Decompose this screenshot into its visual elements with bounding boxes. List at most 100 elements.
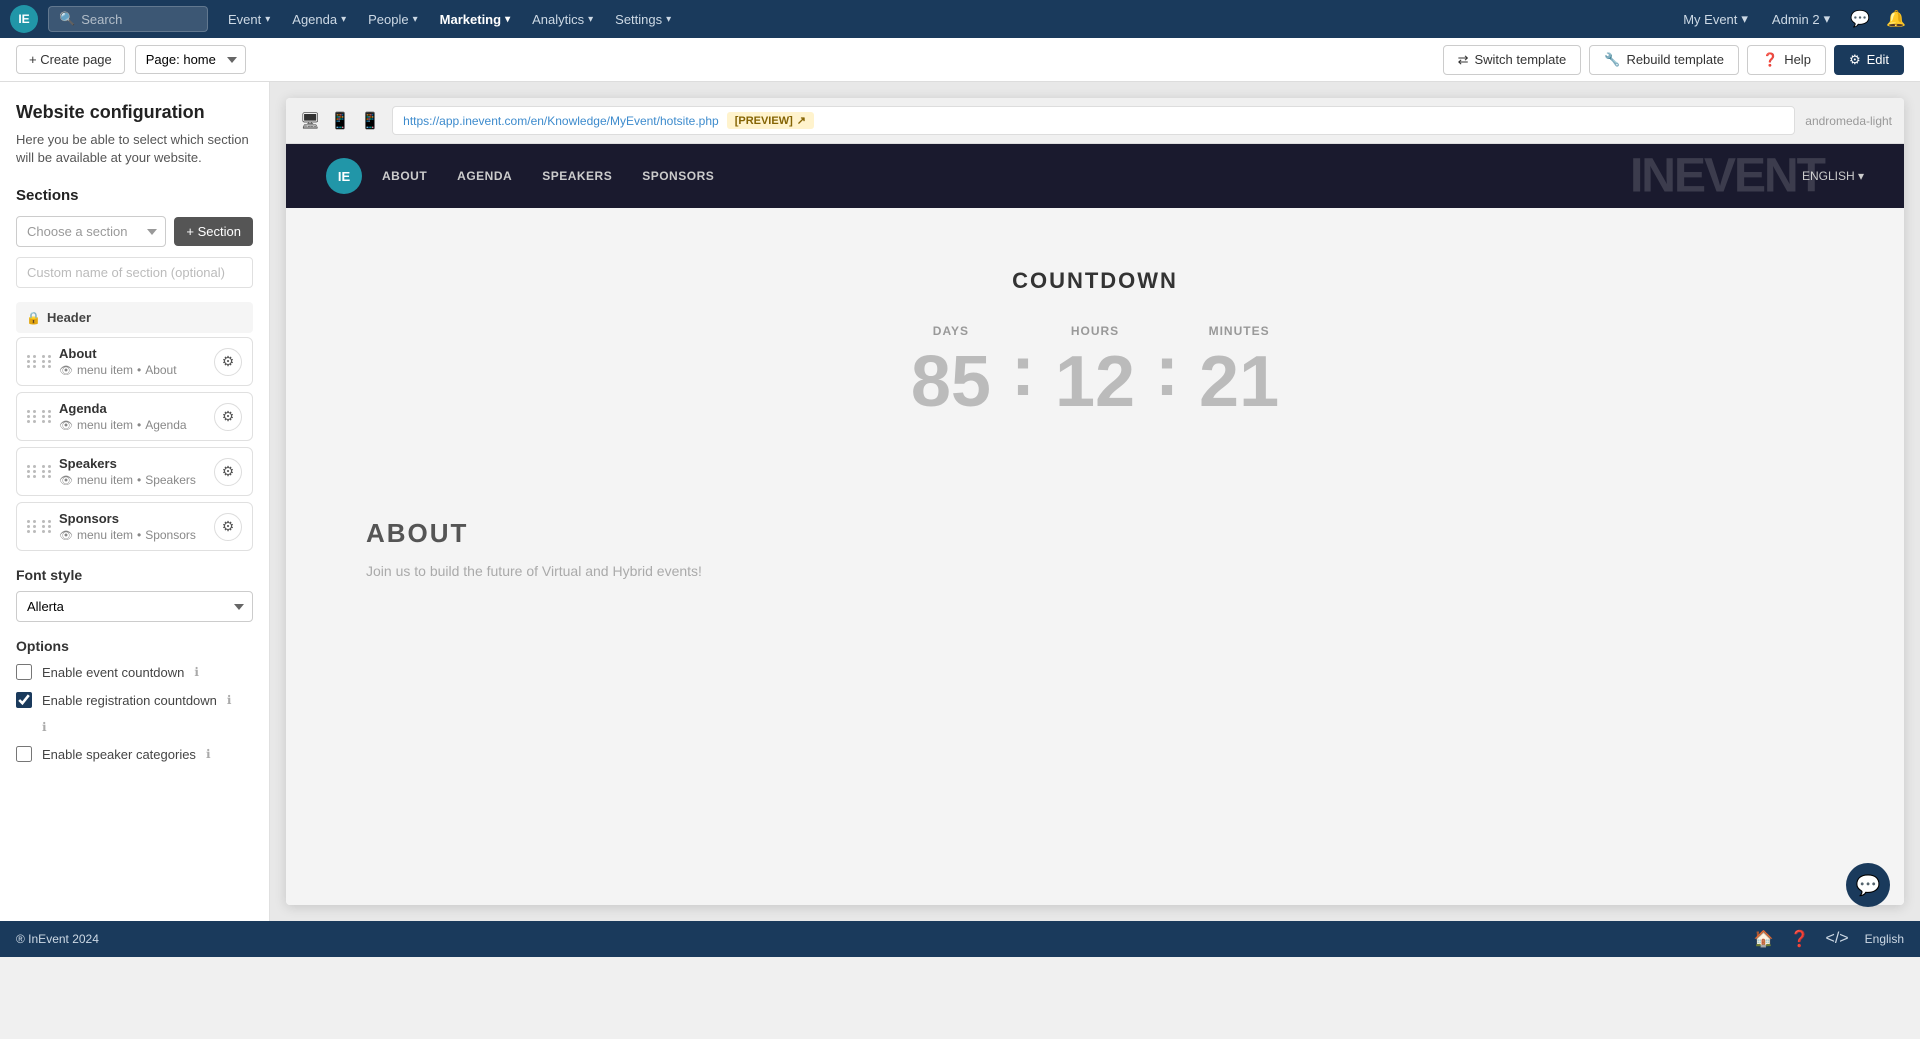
admin-button[interactable]: Admin 2 ▾ (1764, 7, 1838, 31)
enable-event-countdown-checkbox[interactable] (16, 664, 32, 680)
options-heading: Options (16, 638, 253, 654)
sections-heading: Sections (16, 187, 253, 204)
chevron-down-icon: ▾ (341, 14, 346, 25)
info-icon[interactable]: ℹ (194, 665, 199, 679)
section-settings-button[interactable]: ⚙ (214, 348, 242, 376)
preview-container: 🖥 📱 📱 https://app.inevent.com/en/Knowled… (286, 98, 1904, 905)
chevron-down-icon: ▾ (588, 14, 593, 25)
edit-button[interactable]: ⚙ Edit (1834, 45, 1904, 75)
add-section-button[interactable]: + Section (174, 217, 253, 246)
nav-item-people[interactable]: People ▾ (358, 6, 428, 33)
sidebar-title: Website configuration (16, 102, 253, 123)
main-layout: Website configuration Here you be able t… (0, 82, 1920, 921)
preview-area: 🖥 📱 📱 https://app.inevent.com/en/Knowled… (270, 82, 1920, 921)
nav-item-agenda[interactable]: Agenda ▾ (282, 6, 356, 33)
preview-url[interactable]: https://app.inevent.com/en/Knowledge/MyE… (403, 114, 719, 128)
drag-handle[interactable] (27, 520, 36, 533)
section-settings-button[interactable]: ⚙ (214, 403, 242, 431)
section-item-about[interactable]: About 👁 menu item • About ⚙ (16, 337, 253, 386)
section-settings-button[interactable]: ⚙ (214, 458, 242, 486)
choose-section-dropdown[interactable]: Choose a section (16, 216, 166, 247)
info-icon[interactable]: ℹ (206, 747, 211, 761)
page-toolbar: + Create page Page: home ⇄ Switch templa… (0, 38, 1920, 82)
site-nav-agenda[interactable]: AGENDA (457, 169, 512, 183)
chevron-down-icon: ▾ (265, 14, 270, 25)
switch-icon: ⇄ (1458, 52, 1469, 68)
nav-item-marketing[interactable]: Marketing ▾ (430, 6, 520, 33)
code-icon[interactable]: </> (1826, 930, 1849, 948)
countdown-timer: DAYS 85 : HOURS 12 : MINUTES 21 (326, 324, 1864, 418)
my-event-button[interactable]: My Event ▾ (1675, 7, 1756, 31)
language-selector[interactable]: English (1865, 932, 1904, 946)
timer-separator-1: : (1011, 335, 1035, 407)
preview-badge[interactable]: [PREVIEW] ↗ (727, 112, 814, 129)
messages-icon[interactable]: 💬 (1846, 5, 1874, 33)
drag-handle-2[interactable] (42, 355, 51, 368)
section-info: Agenda 👁 menu item • Agenda (59, 401, 214, 432)
eye-icon: 👁 (59, 474, 73, 487)
chevron-down-icon: ▾ (505, 14, 510, 25)
site-nav: IE ABOUT AGENDA SPEAKERS SPONSORS InEven… (286, 144, 1904, 208)
rebuild-template-button[interactable]: 🔧 Rebuild template (1589, 45, 1739, 75)
site-brand: InEvent (1630, 149, 1824, 204)
section-item-agenda[interactable]: Agenda 👁 menu item • Agenda ⚙ (16, 392, 253, 441)
option-speaker-categories-row: Enable speaker categories ℹ (16, 746, 253, 762)
lock-icon: 🔒 (26, 311, 41, 325)
app-logo[interactable]: IE (10, 5, 38, 33)
timer-days: DAYS 85 (911, 324, 991, 418)
site-nav-links: ABOUT AGENDA SPEAKERS SPONSORS (382, 169, 1802, 183)
enable-speaker-categories-checkbox[interactable] (16, 746, 32, 762)
nav-item-event[interactable]: Event ▾ (218, 6, 280, 33)
toolbar-right: ⇄ Switch template 🔧 Rebuild template ❓ H… (1443, 45, 1904, 75)
enable-registration-countdown-checkbox[interactable] (16, 692, 32, 708)
drag-handle-2[interactable] (42, 520, 51, 533)
eye-icon: 👁 (59, 529, 73, 542)
chevron-down-icon: ▾ (413, 14, 418, 25)
drag-handle[interactable] (27, 410, 36, 423)
section-meta: 👁 menu item • Speakers (59, 473, 214, 487)
notifications-icon[interactable]: 🔔 (1882, 5, 1910, 33)
font-style-heading: Font style (16, 567, 253, 583)
nav-item-analytics[interactable]: Analytics ▾ (522, 6, 603, 33)
search-input[interactable] (81, 12, 201, 27)
drag-handle[interactable] (27, 465, 36, 478)
chevron-down-icon: ▾ (1741, 11, 1748, 27)
info-icon[interactable]: ℹ (227, 693, 232, 707)
section-item-sponsors[interactable]: Sponsors 👁 menu item • Sponsors ⚙ (16, 502, 253, 551)
question-icon[interactable]: ❓ (1790, 929, 1810, 949)
help-button[interactable]: ❓ Help (1747, 45, 1826, 75)
page-selector[interactable]: Page: home (135, 45, 246, 74)
custom-name-input[interactable] (16, 257, 253, 288)
preview-toolbar: 🖥 📱 📱 https://app.inevent.com/en/Knowled… (286, 98, 1904, 144)
search-box[interactable]: 🔍 (48, 6, 208, 32)
drag-handle-2[interactable] (42, 410, 51, 423)
site-nav-about[interactable]: ABOUT (382, 169, 427, 183)
about-title: ABOUT (366, 518, 1824, 549)
create-page-button[interactable]: + Create page (16, 45, 125, 74)
option-speaker-categories: ℹ (16, 720, 253, 734)
copyright-text: ® InEvent 2024 (16, 932, 1754, 946)
chevron-down-icon: ▾ (666, 14, 671, 25)
edit-icon: ⚙ (1849, 52, 1861, 68)
home-icon[interactable]: 🏠 (1754, 929, 1774, 949)
tablet-icon[interactable]: 📱 (328, 109, 352, 133)
countdown-title: COUNTDOWN (326, 268, 1864, 294)
site-nav-sponsors[interactable]: SPONSORS (642, 169, 714, 183)
site-nav-speakers[interactable]: SPEAKERS (542, 169, 612, 183)
about-text: Join us to build the future of Virtual a… (366, 563, 1824, 579)
mobile-icon[interactable]: 📱 (358, 109, 382, 133)
drag-handle-2[interactable] (42, 465, 51, 478)
switch-template-button[interactable]: ⇄ Switch template (1443, 45, 1582, 75)
topnav-right: My Event ▾ Admin 2 ▾ 💬 🔔 (1675, 5, 1910, 33)
desktop-icon[interactable]: 🖥 (298, 109, 322, 133)
chat-bubble-button[interactable]: 💬 (1846, 863, 1890, 907)
section-settings-button[interactable]: ⚙ (214, 513, 242, 541)
drag-handle[interactable] (27, 355, 36, 368)
font-style-selector[interactable]: Allerta (16, 591, 253, 622)
countdown-section: COUNTDOWN DAYS 85 : HOURS 12 : (286, 208, 1904, 478)
section-meta: 👁 menu item • Sponsors (59, 528, 214, 542)
section-item-speakers[interactable]: Speakers 👁 menu item • Speakers ⚙ (16, 447, 253, 496)
nav-item-settings[interactable]: Settings ▾ (605, 6, 681, 33)
timer-hours: HOURS 12 (1055, 324, 1135, 418)
sidebar: Website configuration Here you be able t… (0, 82, 270, 921)
